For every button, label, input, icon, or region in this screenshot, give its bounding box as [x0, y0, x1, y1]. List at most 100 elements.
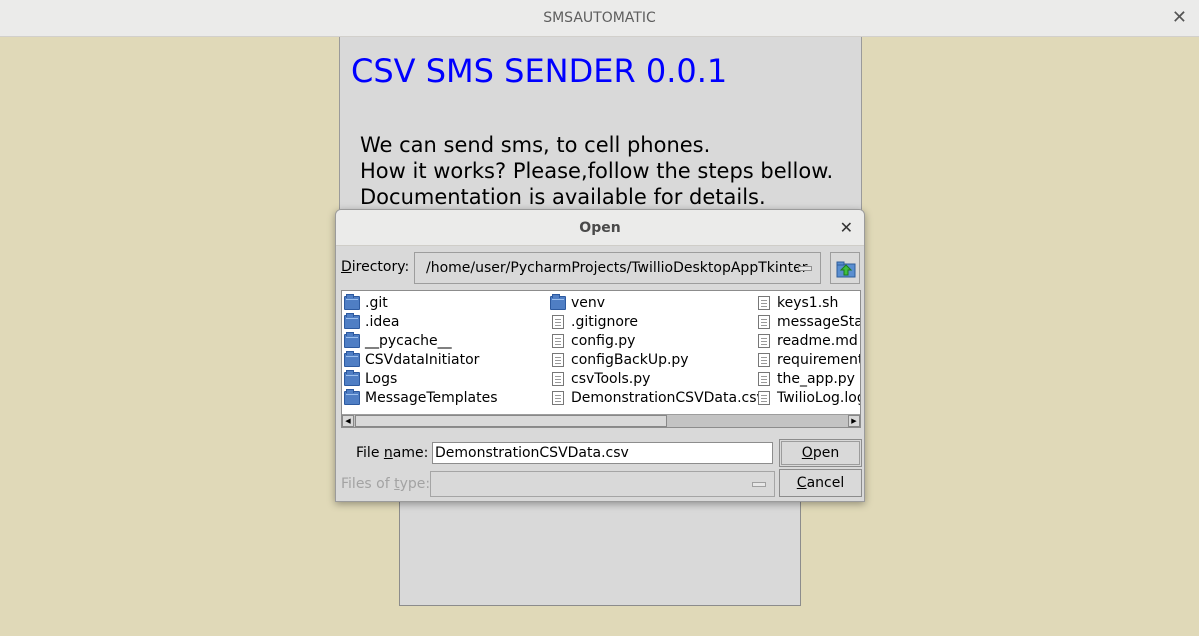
directory-label-mnemonic: D — [341, 259, 352, 275]
folder-item[interactable]: Logs — [344, 369, 498, 388]
file-item[interactable]: requirements — [756, 350, 860, 369]
file-name-input[interactable] — [432, 442, 773, 464]
file-list[interactable]: .git .idea __pycache__ CSVdataInitiator … — [341, 290, 861, 428]
item-name: configBackUp.py — [571, 351, 689, 368]
item-name: __pycache__ — [365, 332, 452, 349]
file-column-1: .git .idea __pycache__ CSVdataInitiator … — [344, 293, 498, 407]
item-name: config.py — [571, 332, 636, 349]
file-item[interactable]: configBackUp.py — [550, 350, 765, 369]
description-line: How it works? Please,follow the steps be… — [360, 159, 834, 183]
file-item[interactable]: keys1.sh — [756, 293, 860, 312]
file-item[interactable]: TwilioLog.log — [756, 388, 861, 407]
files-of-type-label-post: ype: — [399, 476, 431, 492]
item-name: readme.md — [777, 332, 858, 349]
item-name: requirements — [777, 351, 860, 368]
folder-item[interactable]: .git — [344, 293, 498, 312]
folder-icon — [344, 388, 360, 405]
horizontal-scrollbar[interactable]: ◀ ▶ — [342, 414, 860, 427]
cancel-button-label: ancel — [806, 475, 845, 491]
cancel-button-mnemonic: C — [796, 475, 807, 491]
file-icon — [758, 333, 770, 348]
file-icon — [758, 352, 770, 367]
description-line: We can send sms, to cell phones. — [360, 133, 711, 157]
folder-icon — [344, 293, 360, 310]
folder-item[interactable]: MessageTemplates — [344, 388, 498, 407]
file-item[interactable]: .gitignore — [550, 312, 765, 331]
item-name: venv — [571, 294, 606, 311]
item-name: .gitignore — [571, 313, 638, 330]
item-name: the_app.py — [777, 370, 855, 387]
item-name: csvTools.py — [571, 370, 651, 387]
item-name: .git — [365, 294, 388, 311]
folder-icon — [344, 312, 360, 329]
parent-directory-button[interactable] — [830, 252, 860, 284]
file-name-label-mnemonic: n — [383, 445, 393, 461]
scroll-right-icon[interactable]: ▶ — [848, 415, 860, 427]
files-of-type-label: Files of type: — [341, 476, 430, 492]
folder-item[interactable]: __pycache__ — [344, 331, 498, 350]
file-column-2: venv .gitignore config.py configBackUp.p… — [550, 293, 765, 407]
app-description: We can send sms, to cell phones. How it … — [360, 132, 833, 210]
open-button[interactable]: Open — [779, 439, 862, 467]
file-icon — [552, 352, 564, 367]
open-file-dialog: Open ✕ Directory: /home/user/PycharmProj… — [335, 209, 865, 502]
item-name: .idea — [365, 313, 400, 330]
file-item[interactable]: DemonstrationCSVData.csv — [550, 388, 765, 407]
item-name: MessageTemplates — [365, 389, 498, 406]
file-item[interactable]: config.py — [550, 331, 765, 350]
item-name: TwilioLog.log — [777, 389, 861, 406]
cancel-button[interactable]: Cancel — [779, 469, 862, 497]
file-icon — [758, 390, 770, 405]
file-name-label: File name: — [356, 445, 428, 461]
file-name-label-post: ame: — [392, 445, 429, 461]
window-close-icon[interactable]: ✕ — [1172, 7, 1187, 28]
open-button-label: pen — [812, 445, 840, 461]
window-title: SMSAUTOMATIC — [543, 10, 656, 26]
folder-icon — [344, 350, 360, 367]
folder-item[interactable]: CSVdataInitiator — [344, 350, 498, 369]
file-icon — [552, 314, 564, 329]
scroll-left-icon[interactable]: ◀ — [342, 415, 354, 427]
file-item[interactable]: csvTools.py — [550, 369, 765, 388]
directory-path: /home/user/PycharmProjects/TwillioDeskto… — [426, 260, 808, 276]
folder-item[interactable]: venv — [550, 293, 765, 312]
item-name: DemonstrationCSVData.csv — [571, 389, 765, 406]
dropdown-indicator-icon — [798, 266, 812, 271]
file-item[interactable]: readme.md — [756, 331, 860, 350]
folder-icon — [344, 369, 360, 386]
files-of-type-dropdown[interactable] — [430, 471, 775, 497]
folder-icon — [344, 331, 360, 348]
file-icon — [758, 314, 770, 329]
file-icon — [758, 295, 770, 310]
file-column-3: keys1.sh messageStat readme.md requireme… — [756, 293, 861, 407]
window-titlebar: SMSAUTOMATIC ✕ — [0, 0, 1199, 37]
item-name: keys1.sh — [777, 294, 839, 311]
file-item[interactable]: the_app.py — [756, 369, 860, 388]
directory-dropdown[interactable]: /home/user/PycharmProjects/TwillioDeskto… — [414, 252, 821, 284]
item-name: Logs — [365, 370, 398, 387]
dialog-title: Open — [579, 220, 621, 236]
file-item[interactable]: messageStat — [756, 312, 861, 331]
file-icon — [552, 371, 564, 386]
description-line: Documentation is available for details. — [360, 185, 766, 209]
dropdown-indicator-icon — [752, 482, 766, 487]
folder-up-icon — [836, 261, 856, 278]
app-main-panel: CSV SMS SENDER 0.0.1 We can send sms, to… — [339, 37, 862, 212]
folder-icon — [550, 293, 566, 310]
file-icon — [758, 371, 770, 386]
item-name: messageStat — [777, 313, 861, 330]
file-name-label-pre: File — [356, 445, 384, 461]
dialog-titlebar: Open ✕ — [336, 210, 864, 246]
app-lower-panel — [399, 500, 801, 606]
directory-label-text: irectory: — [351, 259, 410, 275]
item-name: CSVdataInitiator — [365, 351, 480, 368]
file-icon — [552, 333, 564, 348]
dialog-close-icon[interactable]: ✕ — [840, 218, 853, 237]
file-icon — [552, 390, 564, 405]
files-of-type-label-pre: Files of — [341, 476, 395, 492]
directory-label: Directory: — [341, 259, 409, 275]
open-button-mnemonic: O — [801, 445, 813, 461]
folder-item[interactable]: .idea — [344, 312, 498, 331]
scrollbar-thumb[interactable] — [355, 415, 667, 427]
app-heading: CSV SMS SENDER 0.0.1 — [351, 52, 728, 90]
